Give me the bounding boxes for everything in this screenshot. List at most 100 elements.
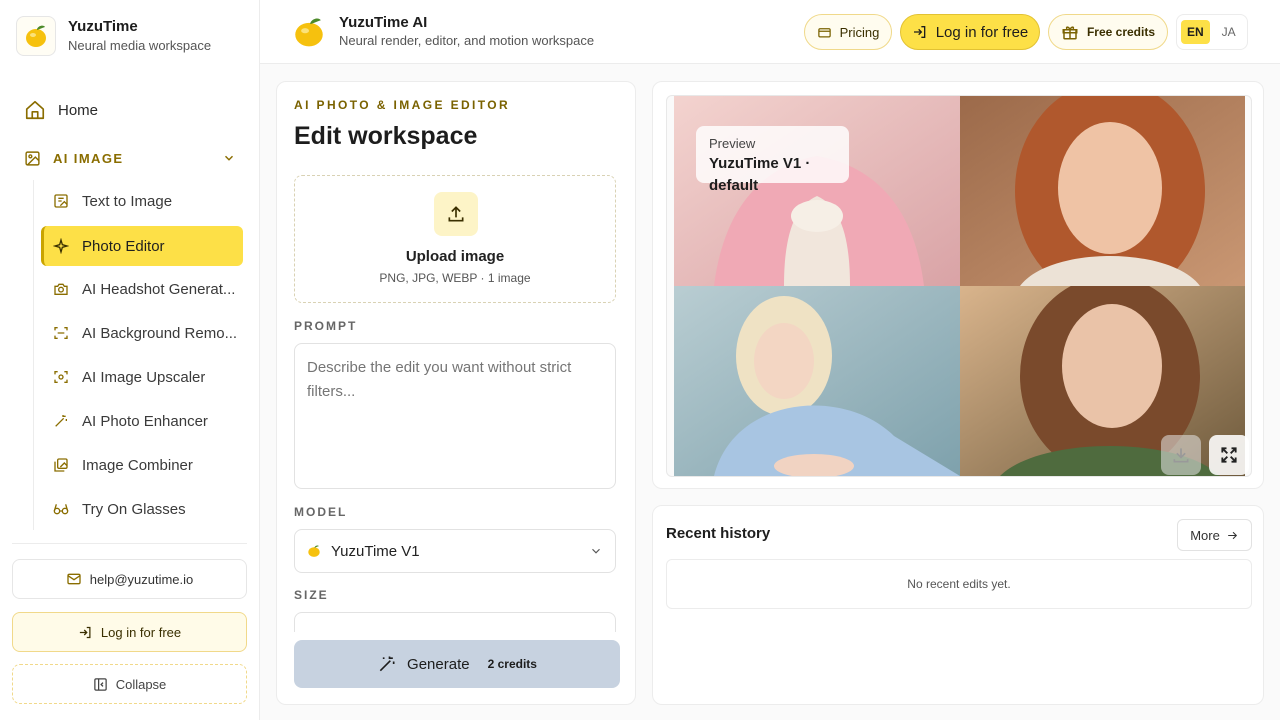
- preview-photo-3: [674, 286, 960, 476]
- glasses-icon: [53, 501, 69, 517]
- scan-icon: [53, 325, 69, 341]
- history-title: Recent history: [666, 525, 771, 542]
- login-icon: [78, 625, 93, 640]
- magic-wand-icon: [377, 654, 397, 674]
- prompt-label: PROMPT: [294, 319, 358, 333]
- sidebar-item-label: AI Image Upscaler: [82, 368, 206, 386]
- download-button[interactable]: [1161, 435, 1201, 475]
- sidebar-item-text-to-image[interactable]: Text to Image: [41, 181, 243, 221]
- header-subtitle: Neural render, editor, and motion worksp…: [339, 33, 595, 48]
- recent-history-panel: Recent history More No recent edits yet.: [652, 505, 1264, 705]
- nav-home-label: Home: [58, 101, 99, 119]
- nav-section-ai-image[interactable]: AI IMAGE: [24, 146, 236, 170]
- image-text-icon: [53, 193, 69, 209]
- sidebar-item-ai-headshot[interactable]: AI Headshot Generat...: [41, 269, 243, 309]
- history-more-label: More: [1190, 527, 1220, 543]
- image-icon: [24, 150, 41, 167]
- credit-card-icon: [817, 25, 832, 40]
- sidebar-item-label: Image Combiner: [82, 456, 193, 474]
- email-support-button[interactable]: help@yuzutime.io: [12, 559, 247, 599]
- sidebar-item-ai-upscaler[interactable]: AI Image Upscaler: [41, 357, 243, 397]
- expand-icon: [1219, 445, 1239, 465]
- fullscreen-button[interactable]: [1209, 435, 1249, 475]
- preview-panel: Preview YuzuTime V1 · default: [652, 81, 1264, 489]
- lang-ja[interactable]: JA: [1216, 20, 1242, 44]
- preview-tag-model: YuzuTime V1 · default: [709, 155, 811, 194]
- login-button[interactable]: Log in for free: [900, 14, 1040, 50]
- editor-panel: AI PHOTO & IMAGE EDITOR Edit workspace U…: [276, 81, 636, 705]
- lemon-model-icon: [307, 544, 321, 558]
- sidebar-item-image-combiner[interactable]: Image Combiner: [41, 445, 243, 485]
- lang-en[interactable]: EN: [1181, 20, 1210, 44]
- model-select[interactable]: YuzuTime V1: [294, 529, 616, 573]
- sidebar-login-button[interactable]: Log in for free: [12, 612, 247, 652]
- header-brand: YuzuTime AI Neural render, editor, and m…: [292, 14, 594, 50]
- sidebar-item-label: AI Background Remo...: [82, 324, 238, 342]
- magic-wand-icon: [53, 413, 69, 429]
- collapse-icon: [93, 677, 108, 692]
- history-more-button[interactable]: More: [1177, 519, 1252, 551]
- sidebar-item-ai-background[interactable]: AI Background Remo...: [41, 313, 243, 353]
- upload-icon: [434, 192, 478, 236]
- sidebar-item-photo-editor[interactable]: Photo Editor: [41, 226, 243, 266]
- lemon-logo-icon: [292, 15, 326, 49]
- download-icon: [1171, 445, 1191, 465]
- model-label: MODEL: [294, 505, 348, 519]
- login-label: Log in for free: [935, 23, 1029, 41]
- header-title: YuzuTime AI: [339, 14, 428, 31]
- preview-photo-4: [960, 286, 1245, 476]
- images-icon: [53, 457, 69, 473]
- arrow-right-icon: [1226, 529, 1239, 542]
- size-select[interactable]: [294, 612, 616, 632]
- upload-dropzone[interactable]: Upload image PNG, JPG, WEBP · 1 image: [294, 175, 616, 303]
- pricing-label: Pricing: [839, 24, 880, 40]
- sparkles-icon: [53, 238, 69, 254]
- preview-tag: Preview YuzuTime V1 · default: [696, 126, 849, 194]
- model-value: YuzuTime V1: [331, 542, 420, 560]
- free-credits-button[interactable]: Free credits: [1048, 14, 1168, 50]
- generate-credits: 2 credits: [487, 657, 537, 671]
- editor-kicker: AI PHOTO & IMAGE EDITOR: [294, 98, 511, 112]
- brand-name: YuzuTime: [68, 18, 138, 35]
- sidebar-item-label: AI Photo Enhancer: [82, 412, 208, 430]
- nav-home[interactable]: Home: [24, 96, 244, 124]
- sidebar-item-try-on-glasses[interactable]: Try On Glasses: [41, 489, 243, 529]
- sidebar-item-ai-enhancer[interactable]: AI Photo Enhancer: [41, 401, 243, 441]
- preview-canvas: Preview YuzuTime V1 · default: [666, 95, 1252, 477]
- nav-rail: [33, 180, 34, 530]
- sidebar-item-label: Photo Editor: [82, 237, 165, 255]
- top-header: YuzuTime AI Neural render, editor, and m…: [260, 0, 1280, 64]
- nav-section-label: AI IMAGE: [53, 150, 124, 166]
- sidebar-divider: [12, 543, 247, 544]
- preview-photo-2: [960, 96, 1245, 286]
- upload-formats: PNG, JPG, WEBP · 1 image: [379, 271, 531, 285]
- login-icon: [912, 24, 928, 40]
- free-credits-label: Free credits: [1086, 25, 1156, 39]
- brand[interactable]: YuzuTime Neural media workspace: [16, 16, 211, 56]
- generate-label: Generate: [407, 655, 470, 673]
- lemon-logo-icon: [16, 16, 56, 56]
- preview-tag-label: Preview: [709, 136, 756, 151]
- generate-button[interactable]: Generate 2 credits: [294, 640, 620, 688]
- camera-icon: [53, 281, 69, 297]
- sidebar-item-label: AI Headshot Generat...: [82, 280, 236, 298]
- chevron-down-icon: [589, 544, 603, 558]
- pricing-button[interactable]: Pricing: [804, 14, 892, 50]
- chevron-down-icon: [222, 151, 236, 165]
- page-title: Edit workspace: [294, 122, 478, 150]
- collapse-label: Collapse: [115, 676, 167, 692]
- sidebar-login-label: Log in for free: [100, 624, 182, 640]
- sidebar-item-label: Text to Image: [82, 192, 173, 210]
- collapse-sidebar-button[interactable]: Collapse: [12, 664, 247, 704]
- size-label: SIZE: [294, 588, 329, 602]
- gift-icon: [1061, 23, 1079, 41]
- email-label: help@yuzutime.io: [89, 571, 194, 587]
- mail-icon: [66, 571, 82, 587]
- sidebar: YuzuTime Neural media workspace Home AI …: [0, 0, 260, 720]
- home-icon: [24, 99, 46, 121]
- sidebar-item-label: Try On Glasses: [82, 500, 186, 518]
- language-switcher: EN JA: [1176, 14, 1248, 50]
- prompt-input[interactable]: [294, 343, 616, 489]
- history-empty-state: No recent edits yet.: [666, 559, 1252, 609]
- upload-title: Upload image: [405, 248, 505, 265]
